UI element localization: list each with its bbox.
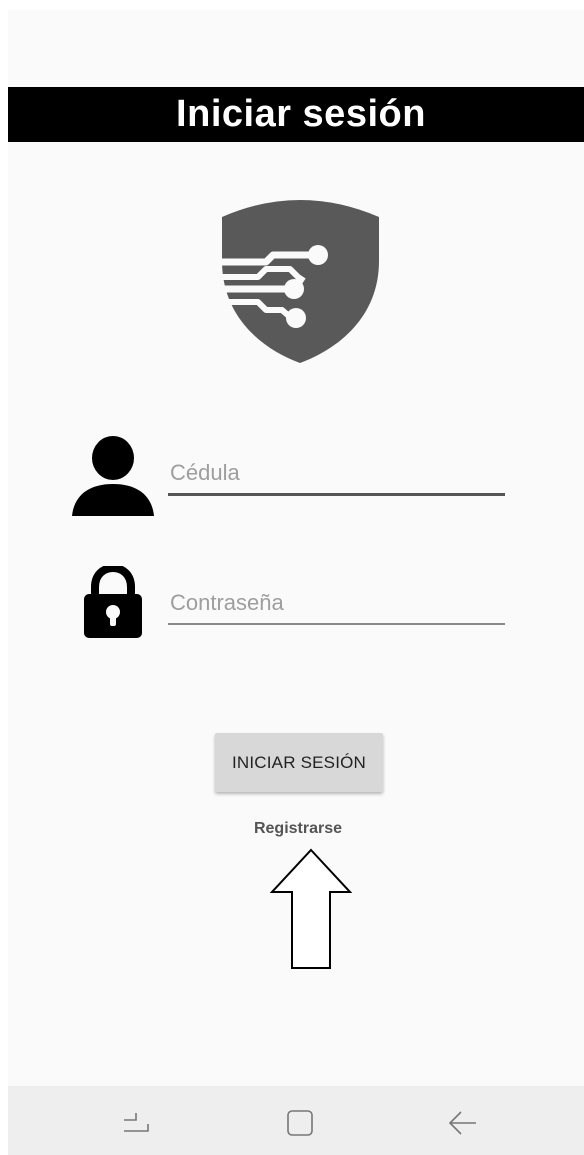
up-arrow-icon [270, 848, 352, 969]
page-title: Iniciar sesión [176, 93, 426, 135]
user-icon [72, 436, 154, 516]
title-bar: Iniciar sesión [8, 87, 584, 142]
password-input[interactable] [168, 583, 505, 625]
back-icon[interactable] [444, 1108, 480, 1138]
lock-icon [84, 566, 142, 638]
register-link[interactable]: Registrarse [198, 820, 398, 838]
recents-icon[interactable] [118, 1108, 154, 1138]
login-button[interactable]: INICIAR SESIÓN [215, 733, 383, 792]
shield-logo-icon [218, 200, 379, 363]
navigation-bar [8, 1086, 584, 1155]
home-icon[interactable] [282, 1108, 318, 1138]
cedula-input[interactable] [168, 453, 505, 496]
login-screen: Iniciar sesión INICIAR SESIÓN Registrars… [8, 10, 584, 1155]
